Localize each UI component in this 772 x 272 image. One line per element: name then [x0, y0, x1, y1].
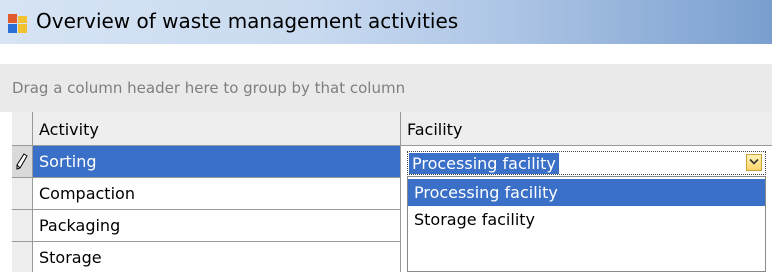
dropdown-option-storage-facility[interactable]: Storage facility — [408, 206, 765, 233]
facility-dropdown-list: Processing facility Storage facility — [407, 176, 766, 272]
header-row-selector — [12, 112, 33, 146]
group-by-panel[interactable]: Drag a column header here to group by th… — [0, 64, 772, 112]
option-label: Storage facility — [414, 210, 535, 229]
group-by-hint: Drag a column header here to group by th… — [12, 79, 406, 97]
chevron-down-icon — [749, 158, 759, 165]
option-label: Processing facility — [414, 183, 558, 202]
table-cell-activity[interactable]: Sorting — [33, 146, 401, 178]
cell-text: Compaction — [39, 184, 135, 203]
row-selector[interactable] — [12, 178, 33, 210]
pencil-icon — [16, 153, 28, 170]
table-cell-activity[interactable]: Compaction — [33, 178, 401, 210]
title-bar: Overview of waste management activities — [0, 0, 772, 44]
cell-text: Packaging — [39, 216, 121, 235]
window-title: Overview of waste management activities — [36, 9, 459, 33]
cell-text: Sorting — [39, 152, 97, 171]
row-selector[interactable] — [12, 210, 33, 242]
facility-combo-value[interactable]: Processing facility — [409, 153, 559, 174]
facility-combo-box[interactable]: Processing facility — [407, 151, 766, 175]
column-header-activity[interactable]: Activity — [33, 112, 401, 146]
dropdown-option-processing-facility[interactable]: Processing facility — [408, 179, 765, 206]
column-header-label: Activity — [39, 120, 99, 139]
dropdown-button[interactable] — [746, 154, 762, 171]
row-selector[interactable] — [12, 242, 33, 272]
spacer — [0, 44, 772, 64]
table-cell-activity[interactable]: Storage — [33, 242, 401, 272]
data-grid: Activity Facility Sorting Compaction Pac… — [0, 112, 772, 272]
row-selector[interactable] — [12, 146, 33, 178]
table-cell-activity[interactable]: Packaging — [33, 210, 401, 242]
column-header-facility[interactable]: Facility — [401, 112, 772, 146]
cell-text: Storage — [39, 248, 102, 267]
column-header-label: Facility — [407, 120, 463, 139]
app-grid-icon — [8, 14, 27, 33]
